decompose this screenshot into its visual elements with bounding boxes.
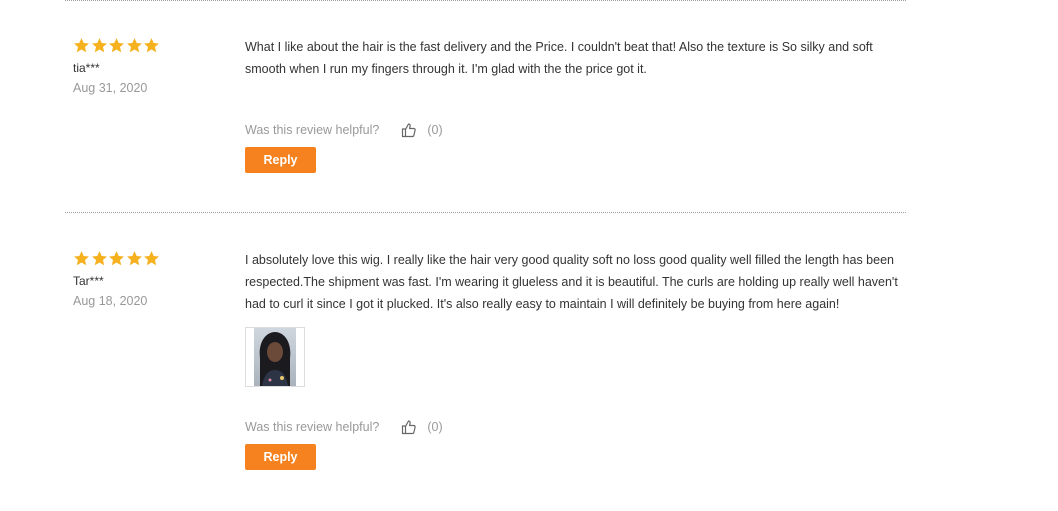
review-body: I absolutely love this wig. I really lik… — [245, 250, 910, 470]
review-photo-thumbnail[interactable] — [245, 327, 305, 387]
star-icon — [143, 250, 160, 267]
star-icon — [73, 37, 90, 54]
reviewer-name: Tar*** — [73, 274, 104, 288]
star-rating — [73, 37, 223, 54]
helpful-count: (0) — [427, 420, 443, 434]
star-icon — [91, 37, 108, 54]
helpful-label: Was this review helpful? — [245, 123, 380, 137]
star-icon — [108, 250, 125, 267]
star-icon — [126, 250, 143, 267]
star-icon — [73, 250, 90, 267]
star-rating — [73, 250, 223, 267]
review-photo — [254, 328, 296, 386]
reviewer-name: tia*** — [73, 61, 100, 75]
star-icon — [143, 37, 160, 54]
thumbs-up-icon[interactable] — [401, 122, 417, 138]
review-body: What I like about the hair is the fast d… — [245, 37, 910, 173]
helpful-label: Was this review helpful? — [245, 420, 380, 434]
review-date: Aug 18, 2020 — [73, 294, 148, 308]
review-date: Aug 31, 2020 — [73, 81, 148, 95]
reply-button[interactable]: Reply — [245, 147, 316, 173]
reviews-page: tia*** Aug 31, 2020 What I like about th… — [0, 0, 1058, 511]
star-icon — [91, 250, 108, 267]
review-divider — [65, 0, 906, 1]
helpful-count: (0) — [427, 123, 443, 137]
review-meta: Tar*** Aug 18, 2020 — [73, 250, 223, 309]
review-text: I absolutely love this wig. I really lik… — [245, 253, 898, 311]
review-meta: tia*** Aug 31, 2020 — [73, 37, 223, 96]
thumbs-up-icon[interactable] — [401, 419, 417, 435]
star-icon — [108, 37, 125, 54]
review-divider — [65, 212, 906, 213]
helpful-row: Was this review helpful? (0) — [245, 418, 910, 436]
reply-button[interactable]: Reply — [245, 444, 316, 470]
review-text: What I like about the hair is the fast d… — [245, 40, 873, 76]
star-icon — [126, 37, 143, 54]
helpful-row: Was this review helpful? (0) — [245, 121, 910, 139]
